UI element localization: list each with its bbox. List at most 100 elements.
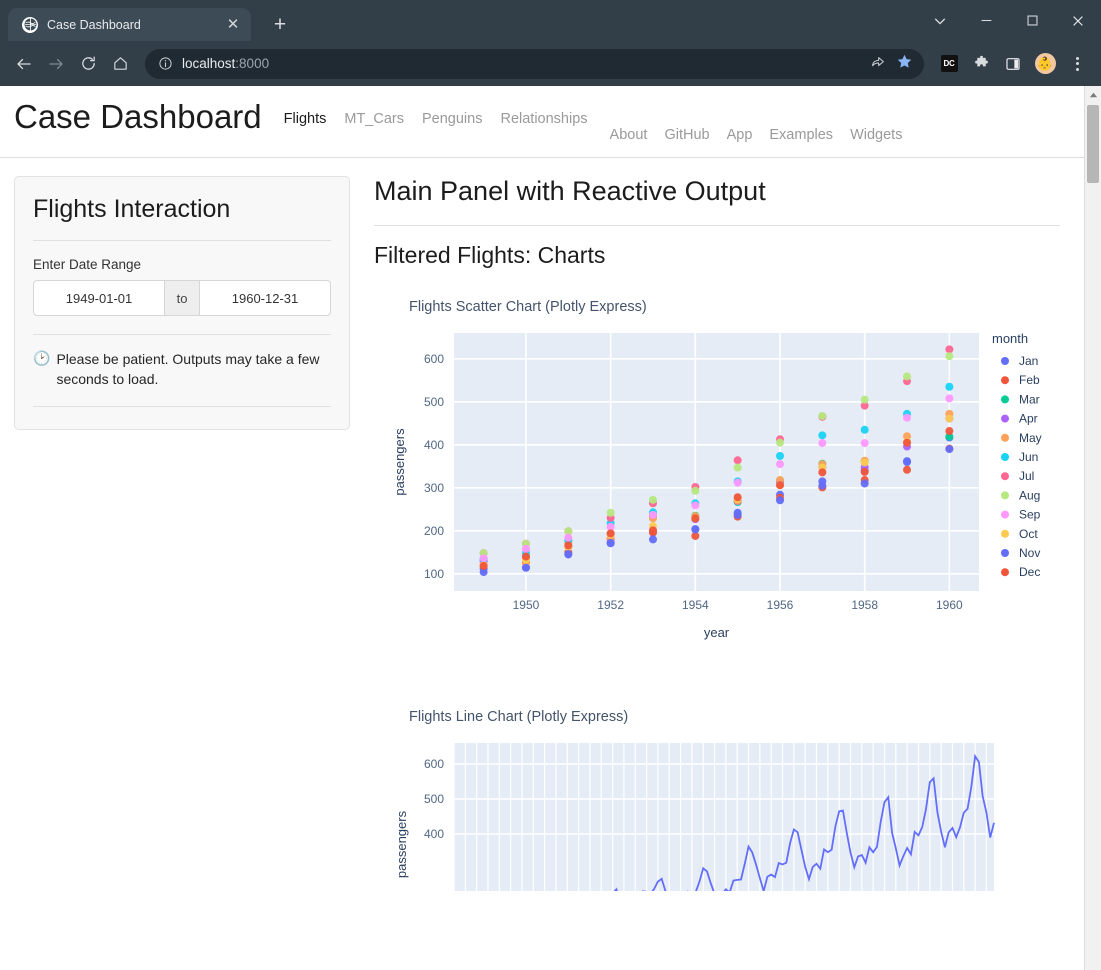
svg-text:Oct: Oct bbox=[1019, 527, 1038, 541]
divider bbox=[33, 405, 331, 407]
url-port: :8000 bbox=[235, 56, 270, 71]
secondary-nav: About GitHub App Examples Widgets bbox=[610, 100, 903, 143]
page-content: Flights Interaction Enter Date Range 194… bbox=[0, 158, 1084, 891]
site-brand[interactable]: Case Dashboard bbox=[14, 99, 262, 135]
nav-link-penguins[interactable]: Penguins bbox=[422, 111, 482, 127]
line-chart[interactable]: 400 500 600 passengers bbox=[374, 731, 1060, 891]
date-range-separator: to bbox=[165, 280, 199, 316]
tab-title: Case Dashboard bbox=[47, 17, 141, 32]
svg-text:200: 200 bbox=[424, 524, 444, 538]
back-arrow-icon[interactable] bbox=[9, 49, 39, 79]
svg-text:400: 400 bbox=[424, 827, 444, 841]
section-title: Filtered Flights: Charts bbox=[374, 242, 606, 268]
svg-text:1952: 1952 bbox=[597, 598, 624, 612]
url-text: localhost:8000 bbox=[182, 56, 861, 71]
start-date-input[interactable]: 1949-01-01 bbox=[33, 280, 165, 316]
svg-text:1960: 1960 bbox=[936, 598, 963, 612]
svg-text:passengers: passengers bbox=[394, 810, 409, 878]
web-page: Case Dashboard Flights MT_Cars Penguins … bbox=[0, 86, 1084, 970]
star-icon[interactable] bbox=[896, 53, 913, 75]
kebab-menu-icon[interactable] bbox=[1062, 49, 1092, 79]
clock-icon: 🕑 bbox=[33, 350, 51, 366]
svg-text:500: 500 bbox=[424, 395, 444, 409]
svg-text:Mar: Mar bbox=[1019, 392, 1040, 406]
nav-link-mt-cars[interactable]: MT_Cars bbox=[344, 111, 404, 127]
main-panel: Main Panel with Reactive Output Filtered… bbox=[374, 176, 1070, 891]
puzzle-piece-icon[interactable] bbox=[966, 49, 996, 79]
line-chart-caption: Flights Line Chart (Plotly Express) bbox=[409, 709, 629, 725]
svg-text:1958: 1958 bbox=[851, 598, 878, 612]
svg-text:month: month bbox=[992, 331, 1028, 346]
page-scrollbar[interactable] bbox=[1084, 86, 1101, 970]
svg-text:Dec: Dec bbox=[1019, 565, 1040, 579]
divider bbox=[33, 240, 331, 241]
svg-text:600: 600 bbox=[424, 352, 444, 366]
globe-icon bbox=[22, 16, 38, 33]
avatar-icon[interactable]: 👶 bbox=[1030, 49, 1060, 79]
nav-link-github[interactable]: GitHub bbox=[664, 127, 709, 143]
browser-tab[interactable]: Case Dashboard ✕ bbox=[8, 8, 251, 41]
nav-link-examples[interactable]: Examples bbox=[769, 127, 833, 143]
window-controls bbox=[917, 0, 1101, 41]
new-tab-button[interactable]: + bbox=[269, 14, 291, 35]
forward-arrow-icon bbox=[41, 49, 71, 79]
site-navbar: Case Dashboard Flights MT_Cars Penguins … bbox=[0, 86, 1084, 158]
svg-text:Apr: Apr bbox=[1019, 412, 1038, 426]
svg-text:Aug: Aug bbox=[1019, 488, 1040, 502]
minimize-icon[interactable] bbox=[963, 0, 1009, 41]
svg-text:Jan: Jan bbox=[1019, 354, 1038, 368]
page-title: Main Panel with Reactive Output bbox=[374, 176, 766, 206]
svg-text:Jul: Jul bbox=[1019, 469, 1034, 483]
close-icon[interactable] bbox=[1055, 0, 1101, 41]
end-date-input[interactable]: 1960-12-31 bbox=[199, 280, 331, 316]
extension-dc-label: DC bbox=[940, 55, 958, 72]
patience-note-text: Please be patient. Outputs may take a fe… bbox=[56, 351, 320, 388]
sidebar-panel: Flights Interaction Enter Date Range 194… bbox=[14, 176, 350, 430]
nav-link-flights[interactable]: Flights bbox=[284, 111, 327, 127]
patience-note: 🕑 Please be patient. Outputs may take a … bbox=[33, 349, 331, 390]
address-bar[interactable]: localhost:8000 bbox=[145, 48, 924, 79]
tab-search-icon[interactable] bbox=[917, 0, 963, 41]
svg-text:year: year bbox=[704, 625, 730, 640]
svg-text:100: 100 bbox=[424, 567, 444, 581]
divider bbox=[374, 225, 1060, 226]
browser-toolbar: localhost:8000 DC 👶 bbox=[0, 41, 1101, 86]
svg-text:Feb: Feb bbox=[1019, 373, 1040, 387]
url-host: localhost bbox=[182, 56, 236, 71]
svg-text:passengers: passengers bbox=[392, 428, 407, 496]
date-range-label: Enter Date Range bbox=[33, 257, 142, 272]
nav-link-app[interactable]: App bbox=[727, 127, 753, 143]
home-icon[interactable] bbox=[105, 49, 135, 79]
nav-link-relationships[interactable]: Relationships bbox=[500, 111, 587, 127]
scrollbar-thumb[interactable] bbox=[1087, 105, 1099, 183]
nav-link-about[interactable]: About bbox=[610, 127, 648, 143]
svg-text:Jun: Jun bbox=[1019, 450, 1038, 464]
svg-text:Nov: Nov bbox=[1019, 546, 1040, 560]
svg-text:1956: 1956 bbox=[767, 598, 794, 612]
scatter-chart[interactable]: 100 200 300 400 500 600 1950 1952 1954 1956 1958 19… bbox=[374, 321, 1060, 651]
divider bbox=[33, 334, 331, 335]
page-viewport: Case Dashboard Flights MT_Cars Penguins … bbox=[0, 86, 1101, 970]
tab-strip: Case Dashboard ✕ + bbox=[0, 0, 1101, 41]
svg-text:600: 600 bbox=[424, 757, 444, 771]
reload-icon[interactable] bbox=[73, 49, 103, 79]
maximize-icon[interactable] bbox=[1009, 0, 1055, 41]
avatar: 👶 bbox=[1034, 53, 1056, 74]
svg-text:1950: 1950 bbox=[513, 598, 540, 612]
scroll-up-arrow-icon[interactable] bbox=[1085, 86, 1101, 103]
nav-link-widgets[interactable]: Widgets bbox=[850, 127, 902, 143]
close-icon[interactable]: ✕ bbox=[225, 17, 241, 32]
info-icon[interactable] bbox=[158, 56, 173, 71]
svg-text:500: 500 bbox=[424, 792, 444, 806]
share-icon[interactable] bbox=[870, 53, 886, 74]
sidebar-title: Flights Interaction bbox=[33, 195, 231, 223]
svg-text:300: 300 bbox=[424, 481, 444, 495]
side-panel-icon[interactable] bbox=[998, 49, 1028, 79]
primary-nav: Flights MT_Cars Penguins Relationships bbox=[284, 100, 588, 127]
browser-window: Case Dashboard ✕ + localhost:8000 DC 👶 C… bbox=[0, 0, 1101, 970]
svg-text:400: 400 bbox=[424, 438, 444, 452]
svg-text:May: May bbox=[1019, 431, 1042, 445]
extension-dc-icon[interactable]: DC bbox=[934, 49, 964, 79]
omnibox-actions bbox=[870, 53, 916, 75]
svg-text:1954: 1954 bbox=[682, 598, 709, 612]
